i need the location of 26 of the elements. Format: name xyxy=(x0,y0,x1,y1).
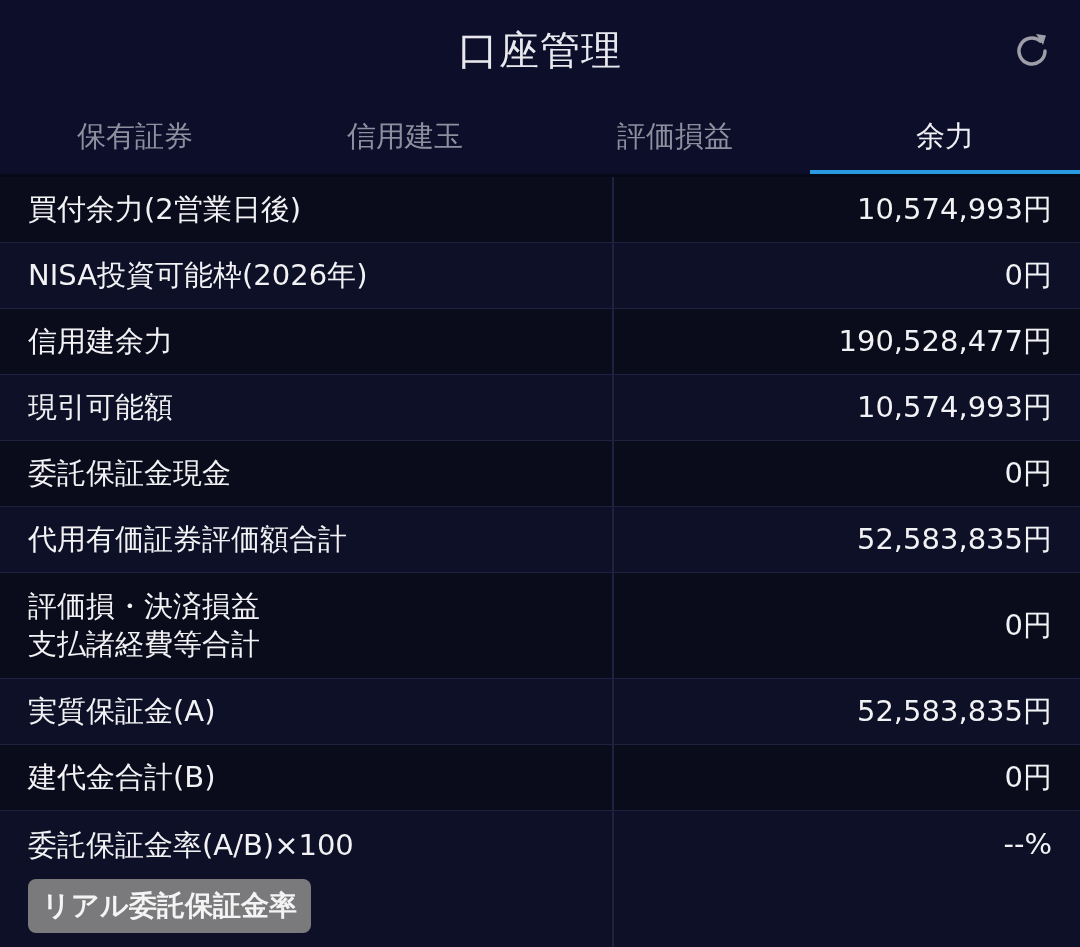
real-margin-rate-button[interactable]: リアル委託保証金率 xyxy=(28,878,311,933)
row-value: 10,574,993円 xyxy=(856,190,1052,228)
row-label: 評価損・決済損益 xyxy=(28,587,260,625)
row-label: NISA投資可能枠(2026年) xyxy=(28,256,368,294)
row-value: 190,528,477円 xyxy=(838,322,1052,360)
row-label: 委託保証金率(A/B)×100 xyxy=(28,827,354,864)
row-label: 実質保証金(A) xyxy=(28,692,216,730)
row-label: 委託保証金現金 xyxy=(28,454,231,492)
row-label: 現引可能額 xyxy=(28,388,173,426)
row-value: 52,583,835円 xyxy=(856,520,1052,558)
row-label: 支払諸経費等合計 xyxy=(28,625,260,663)
tab[interactable]: 信用建玉 xyxy=(270,100,540,174)
page-title: 口座管理 xyxy=(458,25,622,75)
row-value: 52,583,835円 xyxy=(856,692,1052,730)
row-label: 買付余力(2営業日後) xyxy=(28,190,302,228)
row-value: 10,574,993円 xyxy=(856,388,1052,426)
row-value: 0円 xyxy=(1004,256,1052,294)
row-label: 代用有価証券評価額合計 xyxy=(28,520,347,558)
tab[interactable]: 評価損益 xyxy=(540,100,810,174)
row-label: 信用建余力 xyxy=(28,322,173,360)
row-value: 0円 xyxy=(1004,454,1052,492)
row-value: 0円 xyxy=(1004,758,1052,796)
row-label: 建代金合計(B) xyxy=(28,758,216,796)
row-value: --% xyxy=(1003,827,1052,861)
row-value: 0円 xyxy=(1004,606,1052,644)
tab[interactable]: 保有証券 xyxy=(0,100,270,174)
